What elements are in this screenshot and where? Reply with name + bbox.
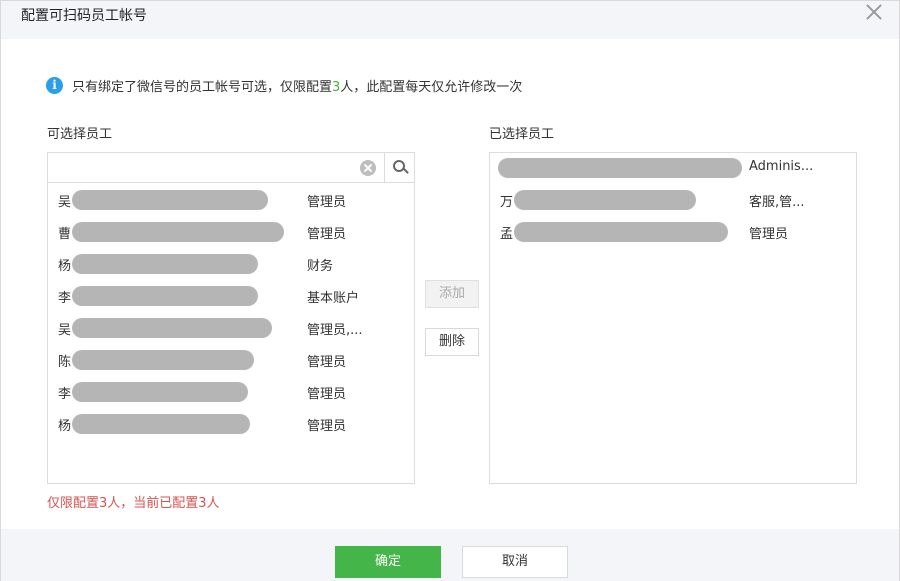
staff-name: 吴: [58, 323, 72, 338]
staff-role: 财务: [307, 259, 334, 274]
clear-icon[interactable]: [360, 160, 376, 176]
redacted-account: [72, 286, 258, 306]
add-button[interactable]: 添加: [425, 280, 479, 308]
redacted-account: [514, 222, 728, 242]
staff-name: 李: [58, 291, 72, 306]
staff-name: 吴: [58, 195, 72, 210]
search-icon[interactable]: [384, 153, 414, 183]
list-item[interactable]: 李 管理员: [48, 379, 414, 405]
dialog-footer: [1, 529, 899, 581]
list-item[interactable]: 吴 管理员,...: [48, 315, 414, 341]
staff-role: 管理员: [749, 227, 789, 242]
list-item[interactable]: 吴 管理员: [48, 187, 414, 213]
notice-bar: i 只有绑定了微信号的员工帐号可选，仅限配置3人，此配置每天仅允许修改一次: [46, 76, 522, 95]
staff-role: 管理员: [307, 355, 347, 370]
staff-role: 管理员,...: [307, 323, 363, 338]
search-input[interactable]: [54, 157, 354, 179]
redacted-account: [72, 382, 248, 402]
search-bar: [48, 153, 414, 183]
notice-text-after: 人，此配置每天仅允许修改一次: [340, 79, 523, 95]
list-item[interactable]: 曹 管理员: [48, 219, 414, 245]
staff-role: 管理员: [307, 419, 347, 434]
staff-name: 孟: [500, 227, 514, 242]
staff-role: 客服,管...: [749, 195, 805, 210]
redacted-account: [498, 158, 742, 178]
staff-name: 杨: [58, 419, 72, 434]
list-item[interactable]: 万 客服,管...: [490, 187, 856, 213]
redacted-account: [72, 350, 254, 370]
redacted-account: [72, 414, 250, 434]
staff-role: Adminis...: [749, 159, 814, 174]
staff-role: 管理员: [307, 195, 347, 210]
redacted-account: [72, 318, 272, 338]
dialog-title: 配置可扫码员工帐号: [21, 8, 147, 24]
list-item[interactable]: 孟 管理员: [490, 219, 856, 245]
available-staff-label: 可选择员工: [47, 127, 113, 142]
staff-name: 陈: [58, 355, 72, 370]
list-item[interactable]: 杨 管理员: [48, 411, 414, 437]
redacted-account: [72, 254, 258, 274]
redacted-account: [514, 190, 696, 210]
staff-role: 基本账户: [307, 291, 360, 306]
delete-button[interactable]: 删除: [425, 328, 479, 356]
staff-name: 杨: [58, 259, 72, 274]
selected-staff-panel: Adminis... 万 客服,管... 孟 管理员: [489, 152, 857, 484]
dialog-header: 配置可扫码员工帐号: [1, 1, 899, 39]
config-dialog: 配置可扫码员工帐号 i 只有绑定了微信号的员工帐号可选，仅限配置3人，此配置每天…: [0, 0, 900, 581]
staff-name: 万: [500, 195, 514, 210]
staff-role: 管理员: [307, 227, 347, 242]
redacted-account: [72, 222, 284, 242]
staff-name: 李: [58, 387, 72, 402]
limit-message: 仅限配置3人，当前已配置3人: [47, 496, 220, 511]
list-item[interactable]: 李 基本账户: [48, 283, 414, 309]
staff-name: 曹: [58, 227, 72, 242]
list-item[interactable]: Adminis...: [490, 155, 856, 181]
confirm-button[interactable]: 确定: [335, 546, 441, 578]
list-item[interactable]: 陈 管理员: [48, 347, 414, 373]
close-icon[interactable]: [863, 1, 885, 23]
selected-staff-label: 已选择员工: [489, 127, 555, 142]
available-staff-panel: 吴管理员曹管理员杨财务李基本账户吴管理员,... 陈管理员李管理员杨管理员: [47, 152, 415, 484]
list-item[interactable]: 杨 财务: [48, 251, 414, 277]
redacted-account: [72, 190, 268, 210]
cancel-button[interactable]: 取消: [462, 546, 568, 578]
notice-text-before: 只有绑定了微信号的员工帐号可选，仅限配置: [72, 79, 333, 95]
staff-role: 管理员: [307, 387, 347, 402]
notice-text: 只有绑定了微信号的员工帐号可选，仅限配置3人，此配置每天仅允许修改一次: [72, 76, 522, 95]
info-icon: i: [46, 76, 63, 94]
